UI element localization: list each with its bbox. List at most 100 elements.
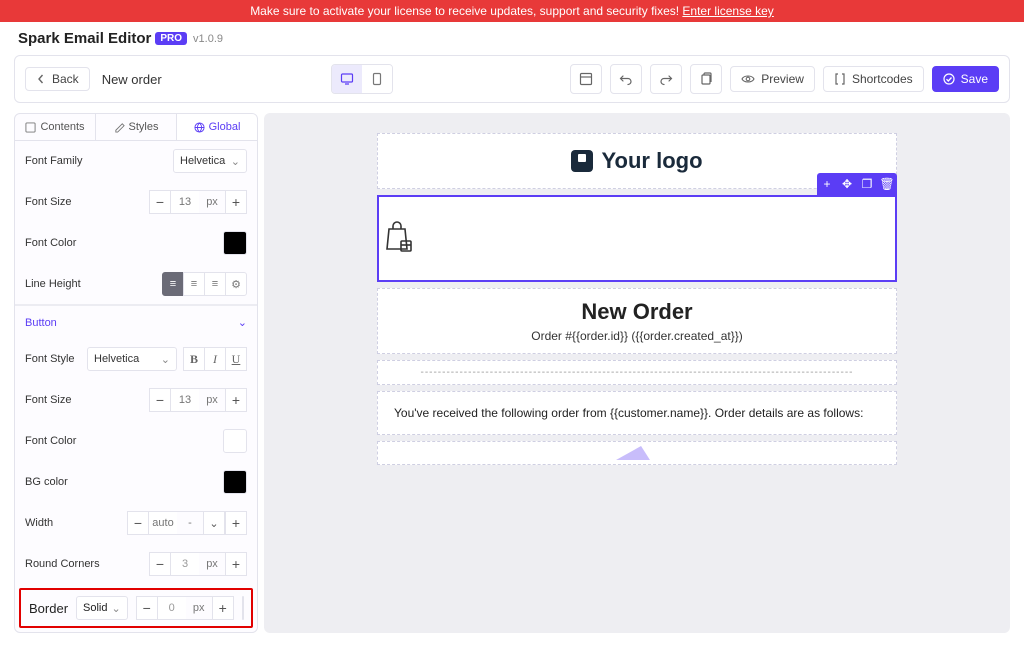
btn-font-family-select[interactable]: Helvetica ⌄ — [87, 347, 177, 371]
btn-width-increment[interactable]: + — [225, 511, 247, 535]
undo-button[interactable] — [610, 64, 642, 94]
btn-font-size-label: Font Size — [25, 394, 71, 406]
btn-width-input[interactable] — [149, 511, 177, 535]
shortcodes-button[interactable]: Shortcodes — [823, 66, 924, 92]
btn-font-size-increment[interactable]: + — [225, 388, 247, 412]
enter-license-link[interactable]: Enter license key — [682, 4, 773, 18]
btn-width-decrement[interactable]: − — [127, 511, 149, 535]
btn-bg-swatch[interactable] — [223, 470, 247, 494]
block-move-button[interactable]: ✥ — [837, 173, 857, 195]
email-footer-block[interactable] — [377, 441, 897, 465]
btn-border-unit: px — [186, 596, 212, 620]
line-height-opt-2[interactable]: ≡ — [183, 272, 205, 296]
btn-border-decrement[interactable]: − — [136, 596, 158, 620]
eye-icon — [741, 72, 755, 86]
desktop-icon — [340, 72, 354, 86]
font-size-increment[interactable]: + — [225, 190, 247, 214]
back-button[interactable]: Back — [25, 67, 90, 91]
btn-bg-label: BG color — [25, 476, 68, 488]
btn-font-size-input[interactable] — [171, 388, 199, 412]
btn-border-style-select[interactable]: Solid ⌄ — [76, 596, 128, 620]
shortcodes-label: Shortcodes — [852, 72, 913, 86]
app-title: Spark Email Editor — [18, 30, 151, 47]
chevron-down-icon: ⌄ — [238, 316, 247, 329]
btn-round-increment[interactable]: + — [225, 552, 247, 576]
shortcode-icon — [834, 73, 846, 85]
row-font-size: Font Size − px + — [15, 181, 257, 222]
logo-mark-icon — [571, 150, 593, 172]
layout-icon — [579, 72, 593, 86]
line-height-opt-3[interactable]: ≡ — [204, 272, 226, 296]
email-canvas[interactable]: Your logo + ✥ ❐ 🗑 — [264, 113, 1010, 633]
btn-border-increment[interactable]: + — [212, 596, 234, 620]
check-circle-icon — [943, 73, 955, 85]
btn-round-decrement[interactable]: − — [149, 552, 171, 576]
btn-round-input[interactable] — [171, 552, 199, 576]
email-body-block[interactable]: You've received the following order from… — [377, 391, 897, 435]
font-family-label: Font Family — [25, 155, 82, 167]
font-size-decrement[interactable]: − — [149, 190, 171, 214]
font-family-value: Helvetica — [180, 155, 225, 167]
layout-button[interactable] — [570, 64, 602, 94]
btn-border-color-swatch[interactable] — [242, 596, 244, 620]
btn-width-label: Width — [25, 517, 53, 529]
line-height-opt-1[interactable]: ≡ — [162, 272, 184, 296]
line-height-settings[interactable]: ⚙ — [225, 272, 247, 296]
email-divider-block[interactable]: ----------------------------------------… — [377, 360, 897, 385]
btn-round-label: Round Corners — [25, 558, 100, 570]
tab-contents[interactable]: Contents — [15, 114, 96, 140]
email-preview: Your logo + ✥ ❐ 🗑 — [377, 133, 897, 465]
btn-font-color-swatch[interactable] — [223, 429, 247, 453]
tab-styles[interactable]: Styles — [96, 114, 177, 140]
banner-text: Make sure to activate your license to re… — [250, 4, 682, 18]
copy-button[interactable] — [690, 64, 722, 94]
shopping-bag-icon — [379, 219, 419, 255]
back-label: Back — [52, 72, 79, 86]
chevron-left-icon — [36, 74, 46, 84]
underline-button[interactable]: U — [225, 347, 247, 371]
order-subheading: Order #{{order.id}} ({{order.created_at}… — [378, 329, 896, 343]
bold-button[interactable]: B — [183, 347, 205, 371]
activate-banner: Make sure to activate your license to re… — [0, 0, 1024, 22]
block-copy-button[interactable]: ❐ — [857, 173, 877, 195]
tab-global-label: Global — [209, 121, 241, 133]
section-button[interactable]: Button ⌄ — [15, 305, 257, 339]
tab-contents-label: Contents — [40, 121, 84, 133]
font-size-stepper: − px + — [149, 190, 247, 214]
italic-button[interactable]: I — [204, 347, 226, 371]
tab-global[interactable]: Global — [177, 114, 257, 140]
save-button[interactable]: Save — [932, 66, 999, 92]
global-icon — [194, 122, 205, 133]
desktop-preview-button[interactable] — [332, 65, 362, 93]
contents-icon — [25, 122, 36, 133]
block-delete-button[interactable]: 🗑 — [877, 173, 897, 195]
email-heading-block[interactable]: New Order Order #{{order.id}} ({{order.c… — [377, 288, 897, 354]
tab-styles-label: Styles — [129, 121, 159, 133]
font-color-swatch[interactable] — [223, 231, 247, 255]
topbar: Back New order — [14, 55, 1010, 103]
page-title: New order — [102, 72, 162, 87]
redo-button[interactable] — [650, 64, 682, 94]
logo-text: Your logo — [601, 148, 702, 174]
btn-font-style-label: Font Style — [25, 353, 75, 365]
row-font-color: Font Color — [15, 222, 257, 263]
body-text: You've received the following order from… — [394, 406, 863, 420]
font-family-select[interactable]: Helvetica ⌄ — [173, 149, 247, 173]
btn-border-style-value: Solid — [83, 602, 107, 614]
preview-button[interactable]: Preview — [730, 66, 815, 92]
row-btn-width: Width − - ⌄ + — [15, 502, 257, 543]
email-selected-block[interactable]: + ✥ ❐ 🗑 — [377, 195, 897, 282]
redo-icon — [659, 72, 673, 86]
btn-width-unit-select[interactable]: ⌄ — [203, 511, 225, 535]
styles-icon — [114, 122, 125, 133]
btn-font-size-decrement[interactable]: − — [149, 388, 171, 412]
btn-border-input[interactable] — [158, 596, 186, 620]
btn-font-family-value: Helvetica — [94, 353, 139, 365]
btn-round-unit: px — [199, 552, 225, 576]
font-size-input[interactable] — [171, 190, 199, 214]
block-add-button[interactable]: + — [817, 173, 837, 195]
mobile-preview-button[interactable] — [362, 65, 392, 93]
undo-icon — [619, 72, 633, 86]
global-panel[interactable]: Font Family Helvetica ⌄ Font Size − px +… — [15, 141, 257, 632]
row-btn-font-color: Font Color — [15, 420, 257, 461]
